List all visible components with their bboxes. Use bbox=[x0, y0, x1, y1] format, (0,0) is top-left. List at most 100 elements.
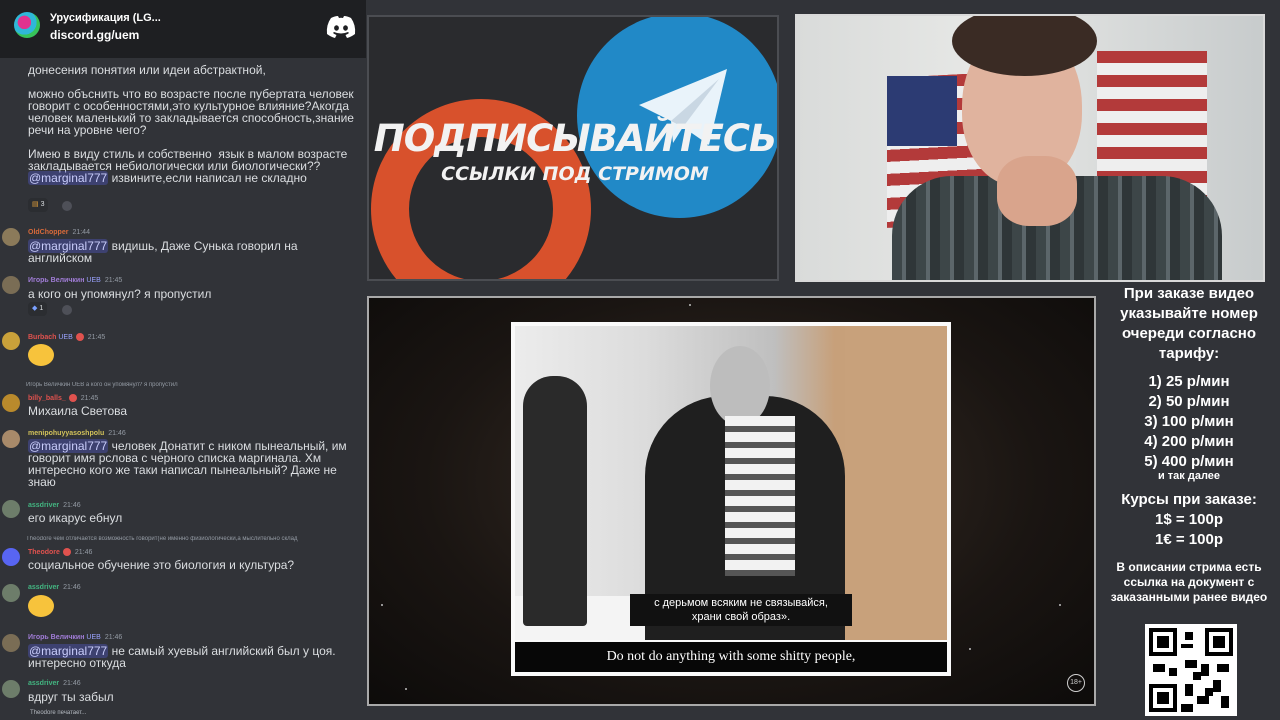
message-text: а кого он упомянул? я пропустил bbox=[28, 287, 212, 301]
reaction-emoji-icon: ▤ bbox=[32, 201, 39, 208]
message-text: социальное обучение это биология и культ… bbox=[28, 558, 295, 572]
message-time: 21:45 bbox=[87, 333, 106, 341]
author-name[interactable]: assdriver bbox=[28, 584, 59, 591]
video-player[interactable]: с дерьмом всяким не связывайся, храни св… bbox=[367, 296, 1096, 706]
reaction-count: 3 bbox=[40, 201, 45, 208]
author-name[interactable]: Игорь Величкин bbox=[28, 277, 84, 284]
age-rating-badge: 18+ bbox=[1067, 674, 1085, 692]
photo-wall-panel bbox=[845, 326, 947, 640]
chat-header: Урусификация (LG... discord.gg/uem bbox=[0, 0, 366, 58]
server-name[interactable]: Урусификация (LG... bbox=[50, 12, 161, 24]
tariff-more-note: и так далее bbox=[1157, 470, 1221, 482]
discord-chat-panel: Урусификация (LG... discord.gg/uem донес… bbox=[0, 0, 366, 720]
photo-figure-left bbox=[523, 376, 587, 626]
english-subtitle: Do not do anything with some shitty peop… bbox=[515, 642, 947, 672]
author-name[interactable]: Theodore bbox=[28, 549, 60, 556]
author-name[interactable]: Игорь Величкин bbox=[28, 634, 84, 641]
message-time: 21:46 bbox=[108, 430, 126, 437]
message-text: вдруг ты забыл bbox=[28, 690, 114, 704]
reply-preview[interactable]: Theodore чем отличается возможность гово… bbox=[26, 536, 366, 542]
message-text-part: Имею в виду стиль и собственно язык в ма… bbox=[28, 147, 351, 173]
streamer-hand bbox=[997, 156, 1077, 226]
message-text: Имею в виду стиль и собственно язык в ма… bbox=[28, 147, 364, 185]
avatar[interactable] bbox=[2, 634, 20, 652]
message-time: 21:44 bbox=[72, 229, 90, 236]
typing-indicator: Theodore печатает... bbox=[30, 710, 87, 716]
avatar[interactable] bbox=[2, 680, 20, 698]
avatar[interactable] bbox=[2, 276, 20, 294]
author-name[interactable]: menipohuyyasoshpolu bbox=[28, 430, 104, 437]
laughing-emoji-icon bbox=[28, 344, 54, 366]
dust-particle bbox=[689, 304, 691, 306]
status-badge bbox=[68, 394, 77, 402]
role-badge: UEB bbox=[86, 277, 101, 284]
message-text: @marginal777 видишь, Даже Сунька говорил… bbox=[28, 239, 364, 264]
russian-subtitle: с дерьмом всяким не связывайся, храни св… bbox=[630, 594, 852, 626]
banner-title: ПОДПИСЫВАЙТЕСЬ bbox=[373, 117, 777, 160]
reaction-pill[interactable]: ◆ 1 bbox=[28, 302, 48, 316]
message-author[interactable]: assdriver 21:46 bbox=[28, 680, 81, 687]
message-text: можно объснить что во возрасте после пуб… bbox=[28, 87, 358, 137]
rate-item: 1$ = 100р bbox=[1155, 511, 1223, 528]
message-author[interactable]: Theodore 21:46 bbox=[28, 548, 92, 556]
avatar[interactable] bbox=[2, 228, 20, 246]
avatar[interactable] bbox=[2, 548, 20, 566]
us-flag-canton bbox=[887, 76, 957, 146]
message-author[interactable]: assdriver 21:46 bbox=[28, 502, 81, 509]
invite-link[interactable]: discord.gg/uem bbox=[50, 28, 139, 42]
message-author[interactable]: OldChopper 21:44 bbox=[28, 229, 90, 236]
message-time: 21:46 bbox=[63, 584, 81, 591]
message-text: Михаила Светова bbox=[28, 404, 128, 418]
author-name[interactable]: billy_balls_ bbox=[28, 395, 66, 402]
tariff-item: 4) 200 р/мин bbox=[1144, 433, 1234, 450]
status-badge bbox=[62, 548, 71, 556]
description-note: В описании стрима есть ссылка на докумен… bbox=[1110, 560, 1268, 604]
rate-item: 1€ = 100р bbox=[1155, 531, 1223, 548]
message-time: 21:46 bbox=[63, 502, 81, 509]
reaction-pill[interactable]: ▤ 3 bbox=[28, 198, 49, 212]
dust-particle bbox=[969, 648, 971, 650]
message-author[interactable]: Игорь Величкин UEB 21:45 bbox=[28, 277, 122, 284]
message-text: донесения понятия или идеи абстрактной, bbox=[28, 63, 266, 77]
reaction-emoji-icon: ◆ bbox=[32, 305, 38, 312]
message-author[interactable]: Burbach UEB 21:45 bbox=[28, 333, 105, 341]
avatar[interactable] bbox=[2, 500, 20, 518]
message-time: 21:46 bbox=[74, 548, 93, 556]
message-author[interactable]: billy_balls_ 21:45 bbox=[28, 394, 98, 402]
message-time: 21:45 bbox=[80, 394, 99, 402]
avatar[interactable] bbox=[2, 430, 20, 448]
message-time: 21:46 bbox=[104, 634, 123, 641]
role-badge: UEB bbox=[86, 634, 101, 641]
message-author[interactable]: menipohuyyasoshpolu 21:46 bbox=[28, 430, 126, 437]
user-mention[interactable]: @marginal777 bbox=[28, 171, 109, 185]
discord-logo-icon bbox=[326, 16, 356, 38]
rates-title: Курсы при заказе: bbox=[1121, 491, 1257, 508]
status-badge bbox=[75, 333, 84, 341]
add-reaction-icon[interactable] bbox=[62, 305, 72, 315]
server-icon[interactable] bbox=[14, 12, 40, 38]
order-instructions: При заказе видео указывайте номер очеред… bbox=[1120, 285, 1258, 362]
message-text: его икарус ебнул bbox=[28, 511, 123, 525]
author-name[interactable]: OldChopper bbox=[28, 229, 68, 236]
tariff-item: 3) 100 р/мин bbox=[1144, 413, 1234, 430]
dust-particle bbox=[381, 604, 383, 606]
add-reaction-icon[interactable] bbox=[62, 201, 72, 211]
subscribe-banner: ПОДПИСЫВАЙТЕСЬ ССЫЛКИ ПОД СТРИМОМ bbox=[367, 15, 779, 281]
rates-list: 1$ = 100р 1€ = 100р bbox=[1098, 510, 1280, 550]
message-author[interactable]: assdriver 21:46 bbox=[28, 584, 81, 591]
avatar[interactable] bbox=[2, 394, 20, 412]
author-name[interactable]: assdriver bbox=[28, 502, 59, 509]
avatar[interactable] bbox=[2, 332, 20, 350]
dust-particle bbox=[1059, 604, 1061, 606]
author-name[interactable]: assdriver bbox=[28, 680, 59, 687]
message-time: 21:46 bbox=[63, 680, 81, 687]
message-text: @marginal777 не самый хуевый английский … bbox=[28, 644, 364, 669]
photo-figure-head bbox=[710, 346, 770, 426]
author-name[interactable]: Burbach bbox=[28, 334, 56, 341]
message-author[interactable]: Игорь Величкин UEB 21:46 bbox=[28, 634, 122, 641]
role-badge: UEB bbox=[58, 333, 73, 341]
reply-preview[interactable]: Игорь Величкин UEB а кого он упомянул? я… bbox=[26, 382, 366, 388]
webcam-feed bbox=[795, 14, 1265, 282]
avatar[interactable] bbox=[2, 584, 20, 602]
black-white-photo: с дерьмом всяким не связывайся, храни св… bbox=[515, 326, 947, 640]
